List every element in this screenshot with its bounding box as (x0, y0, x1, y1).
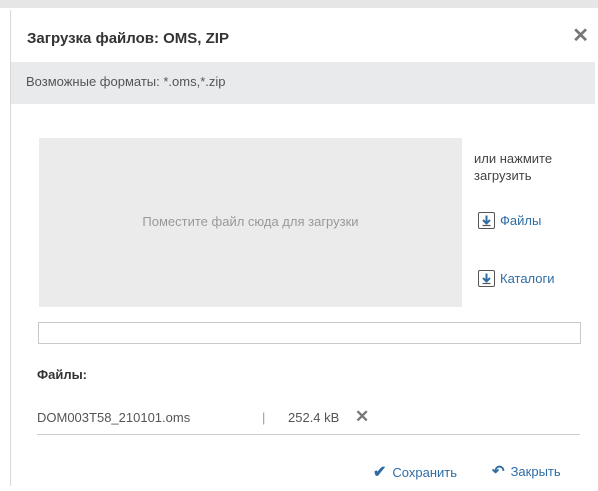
close-label: Закрыть (510, 463, 561, 479)
upload-hint-text: или нажмите загрузить (474, 151, 553, 183)
formats-bar: Возможные форматы: *.oms,*.zip (11, 62, 595, 104)
close-button[interactable]: ↶ Закрыть (492, 462, 561, 480)
file-list-item: DOM003T58_210101.oms | 252.4 kB ✕ (37, 407, 580, 435)
upload-files-label: Файлы (500, 213, 542, 228)
remove-icon[interactable]: ✕ (355, 407, 369, 427)
upload-dirs-link[interactable]: Каталоги (478, 270, 555, 287)
dialog-title: Загрузка файлов: OMS, ZIP (27, 30, 229, 47)
upload-dialog: Загрузка файлов: OMS, ZIP ✕ Возможные фо… (10, 10, 595, 486)
upload-progress-bar (38, 322, 581, 344)
drop-zone[interactable]: Поместите файл сюда для загрузки (39, 138, 462, 307)
dialog-titlebar: Загрузка файлов: OMS, ZIP ✕ (11, 10, 595, 62)
upload-files-link[interactable]: Файлы (478, 212, 541, 229)
save-button[interactable]: ✔ Сохранить (373, 462, 457, 482)
upload-dirs-label: Каталоги (500, 271, 555, 286)
window-top-edge (0, 0, 598, 8)
file-name: DOM003T58_210101.oms (37, 410, 191, 425)
files-heading: Файлы: (37, 367, 88, 382)
drop-zone-hint: Поместите файл сюда для загрузки (142, 214, 359, 229)
undo-icon: ↶ (492, 463, 505, 480)
check-icon: ✔ (373, 464, 387, 481)
formats-text: Возможные форматы: *.oms,*.zip (26, 74, 226, 89)
file-size: 252.4 kB (288, 410, 340, 425)
save-label: Сохранить (392, 464, 458, 480)
close-icon[interactable]: ✕ (572, 26, 589, 46)
download-icon (478, 212, 495, 229)
download-icon (478, 270, 495, 287)
file-separator: | (262, 410, 266, 425)
